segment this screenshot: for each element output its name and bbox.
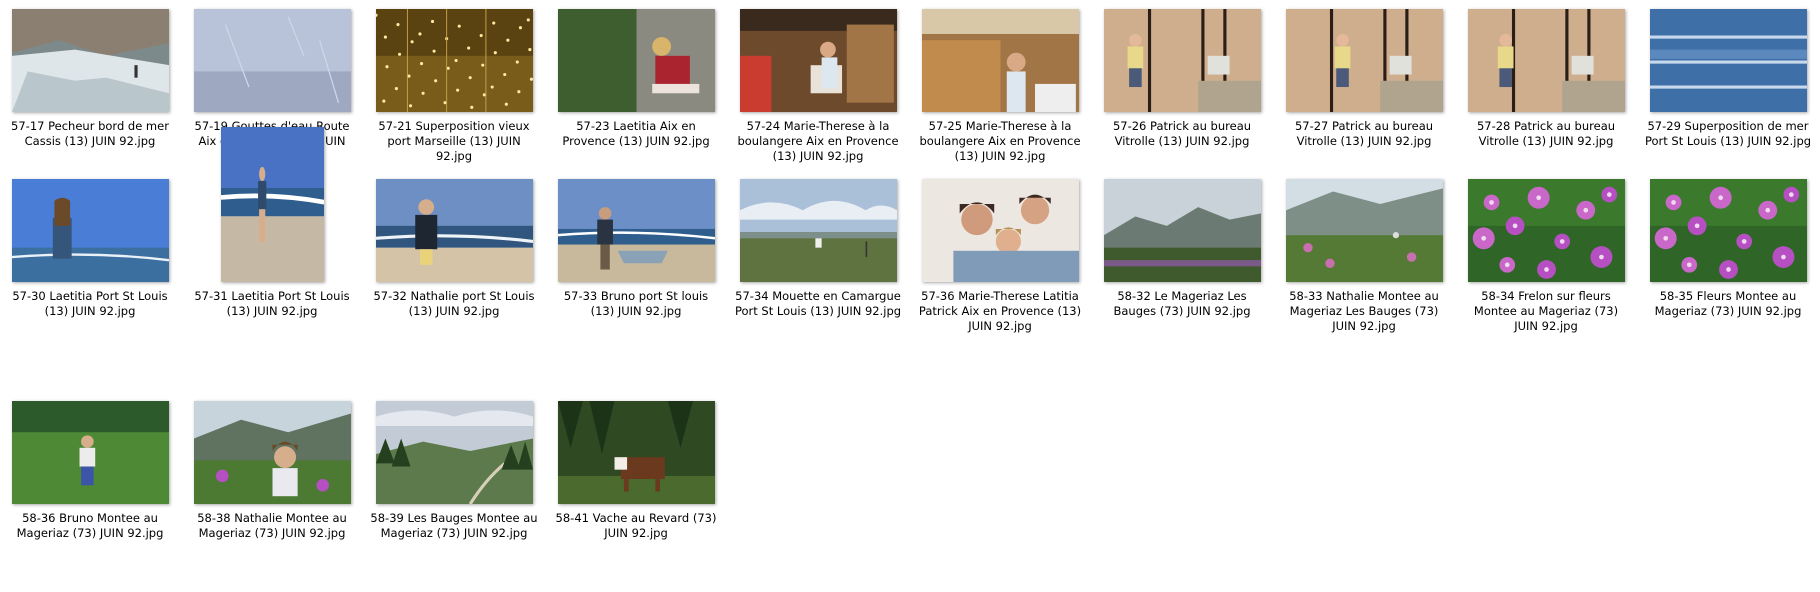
thumbnail-image [375, 401, 533, 504]
file-name-label: 58-32 Le Mageriaz Les Bauges (73) JUIN 9… [1113, 289, 1251, 318]
thumbnail-frame [733, 170, 903, 282]
file-thumbnail-item[interactable]: 58-36 Bruno Montee au Mageriaz (73) JUIN… [5, 392, 175, 592]
file-thumbnail-item[interactable]: 58-39 Les Bauges Montee au Mageriaz (73)… [369, 392, 539, 592]
file-name-label: 57-25 Marie-Therese à la boulangere Aix … [919, 119, 1081, 163]
thumbnail-frame [1643, 170, 1813, 282]
thumbnail-frame [915, 170, 1085, 282]
thumbnail-frame [369, 392, 539, 504]
file-thumbnail-item[interactable]: 57-33 Bruno port St louis (13) JUIN 92.j… [551, 170, 721, 370]
file-name-label: 57-27 Patrick au bureau Vitrolle (13) JU… [1294, 119, 1434, 148]
file-thumbnail-item[interactable]: 57-32 Nathalie port St Louis (13) JUIN 9… [369, 170, 539, 370]
thumbnail-frame [1097, 170, 1267, 282]
thumbnail-image [921, 179, 1079, 282]
thumbnail-image [11, 9, 169, 112]
thumbnail-frame [369, 170, 539, 282]
thumbnail-frame [369, 0, 539, 112]
file-name-label: 58-35 Fleurs Montee au Mageriaz (73) JUI… [1654, 289, 1802, 318]
thumbnail-image [375, 9, 533, 112]
thumbnail-frame [187, 0, 357, 112]
thumbnail-image [739, 179, 897, 282]
file-thumbnail-item[interactable]: 57-31 Laetitia Port St Louis (13) JUIN 9… [187, 127, 357, 370]
file-name-label: 57-23 Laetitia Aix en Provence (13) JUIN… [562, 119, 710, 148]
thumbnail-image [11, 401, 169, 504]
thumbnail-image [1103, 9, 1261, 112]
file-thumbnail-item[interactable]: 57-30 Laetitia Port St Louis (13) JUIN 9… [5, 170, 175, 370]
thumbnail-image [557, 9, 715, 112]
file-name-label: 58-41 Vache au Revard (73) JUIN 92.jpg [555, 511, 717, 540]
file-thumbnail-item[interactable]: 58-38 Nathalie Montee au Mageriaz (73) J… [187, 392, 357, 592]
thumbnail-frame [915, 0, 1085, 112]
thumbnail-image [1103, 179, 1261, 282]
file-name-label: 57-29 Superposition de mer Port St Louis… [1644, 119, 1812, 148]
file-name-label: 57-26 Patrick au bureau Vitrolle (13) JU… [1112, 119, 1252, 148]
file-name-label: 58-36 Bruno Montee au Mageriaz (73) JUIN… [16, 511, 164, 540]
thumbnail-frame [551, 0, 721, 112]
file-name-label: 58-39 Les Bauges Montee au Mageriaz (73)… [370, 511, 538, 540]
file-name-label: 57-24 Marie-Therese à la boulangere Aix … [737, 119, 899, 163]
thumbnail-frame [5, 170, 175, 282]
thumbnail-image [1649, 179, 1807, 282]
file-name-label: 57-17 Pecheur bord de mer Cassis (13) JU… [11, 119, 169, 148]
thumbnail-image [375, 179, 533, 282]
thumbnail-image [1467, 9, 1625, 112]
file-thumbnail-item[interactable]: 58-34 Frelon sur fleurs Montee au Mageri… [1461, 170, 1631, 370]
thumbnail-frame [187, 122, 357, 282]
file-thumbnail-item[interactable]: 57-36 Marie-Therese Latitia Patrick Aix … [915, 170, 1085, 370]
thumbnail-image [557, 401, 715, 504]
thumbnail-frame [1097, 0, 1267, 112]
file-name-label: 57-31 Laetitia Port St Louis (13) JUIN 9… [194, 289, 350, 318]
thumbnail-image [739, 9, 897, 112]
thumbnail-frame [1461, 170, 1631, 282]
file-name-label: 58-33 Nathalie Montee au Mageriaz Les Ba… [1289, 289, 1439, 333]
thumbnail-frame [5, 392, 175, 504]
thumbnail-frame [551, 392, 721, 504]
thumbnail-frame [733, 0, 903, 112]
thumbnail-image [220, 127, 324, 282]
file-name-label: 57-28 Patrick au bureau Vitrolle (13) JU… [1476, 119, 1616, 148]
file-thumbnail-item[interactable]: 57-34 Mouette en Camargue Port St Louis … [733, 170, 903, 370]
file-thumbnail-item[interactable]: 58-35 Fleurs Montee au Mageriaz (73) JUI… [1643, 170, 1813, 370]
file-explorer-thumbnail-grid: 57-17 Pecheur bord de mer Cassis (13) JU… [0, 0, 1820, 540]
file-name-label: 58-38 Nathalie Montee au Mageriaz (73) J… [197, 511, 347, 540]
thumbnail-frame [1279, 0, 1449, 112]
file-name-label: 57-36 Marie-Therese Latitia Patrick Aix … [918, 289, 1082, 333]
file-thumbnail-item[interactable]: 58-32 Le Mageriaz Les Bauges (73) JUIN 9… [1097, 170, 1267, 370]
thumbnail-image [193, 401, 351, 504]
thumbnail-image [1467, 179, 1625, 282]
file-name-label: 58-34 Frelon sur fleurs Montee au Mageri… [1473, 289, 1619, 333]
thumbnail-image [1285, 179, 1443, 282]
thumbnail-frame [187, 392, 357, 504]
thumbnail-frame [5, 0, 175, 112]
file-name-label: 57-33 Bruno port St louis (13) JUIN 92.j… [563, 289, 709, 318]
file-thumbnail-item[interactable]: 58-33 Nathalie Montee au Mageriaz Les Ba… [1279, 170, 1449, 370]
file-name-label: 57-30 Laetitia Port St Louis (13) JUIN 9… [12, 289, 168, 318]
thumbnail-image [921, 9, 1079, 112]
thumbnail-image [1285, 9, 1443, 112]
thumbnail-frame [1643, 0, 1813, 112]
thumbnail-frame [1461, 0, 1631, 112]
thumbnail-image [1649, 9, 1807, 112]
file-name-label: 57-34 Mouette en Camargue Port St Louis … [734, 289, 902, 318]
thumbnail-frame [1279, 170, 1449, 282]
thumbnail-frame [551, 170, 721, 282]
file-name-label: 57-32 Nathalie port St Louis (13) JUIN 9… [373, 289, 535, 318]
thumbnail-image [557, 179, 715, 282]
file-thumbnail-item[interactable]: 58-41 Vache au Revard (73) JUIN 92.jpg [551, 392, 721, 592]
thumbnail-image [11, 179, 169, 282]
file-name-label: 57-21 Superposition vieux port Marseille… [378, 119, 530, 163]
thumbnail-image [193, 9, 351, 112]
